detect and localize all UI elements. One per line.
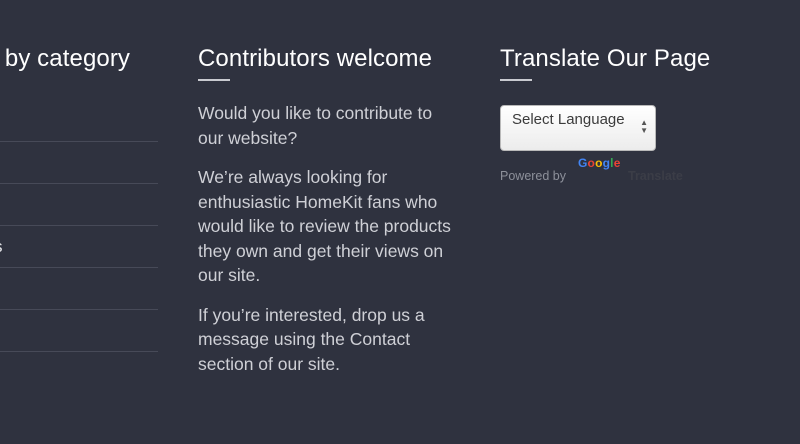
category-item[interactable]: s (0, 226, 158, 268)
categories-column: s by category s (0, 0, 160, 444)
contributors-paragraph: Would you like to contribute to our webs… (198, 103, 433, 148)
google-logo: Google (578, 156, 621, 170)
category-item[interactable] (0, 100, 158, 142)
select-arrows-icon: ▲ ▼ (640, 118, 648, 135)
category-item[interactable] (0, 184, 158, 226)
category-item[interactable] (0, 310, 158, 352)
category-item-label: s (0, 237, 3, 257)
contributors-text: Would you like to contribute to our webs… (198, 101, 460, 391)
contributors-paragraph: If you’re interested, drop us a message … (198, 304, 425, 374)
translate-heading: Translate Our Page (500, 45, 711, 72)
language-select-value: Select Language (512, 111, 625, 128)
contributors-column: Contributors welcome Would you like to c… (198, 0, 468, 444)
category-item[interactable] (0, 142, 158, 184)
language-select[interactable]: Select Language ▲ ▼ (500, 105, 656, 151)
powered-by-label: Powered by (500, 169, 567, 183)
contributors-paragraph: We’re always looking for enthusiastic Ho… (198, 167, 451, 285)
heading-underline (198, 79, 230, 81)
heading-underline (500, 79, 532, 81)
translate-column: Translate Our Page Select Language ▲ ▼ Po… (500, 0, 800, 444)
category-list: s (0, 100, 158, 352)
google-translate-link[interactable]: Translate (628, 169, 683, 183)
contributors-heading: Contributors welcome (198, 45, 433, 72)
category-item[interactable] (0, 268, 158, 310)
categories-heading: s by category (0, 45, 131, 72)
